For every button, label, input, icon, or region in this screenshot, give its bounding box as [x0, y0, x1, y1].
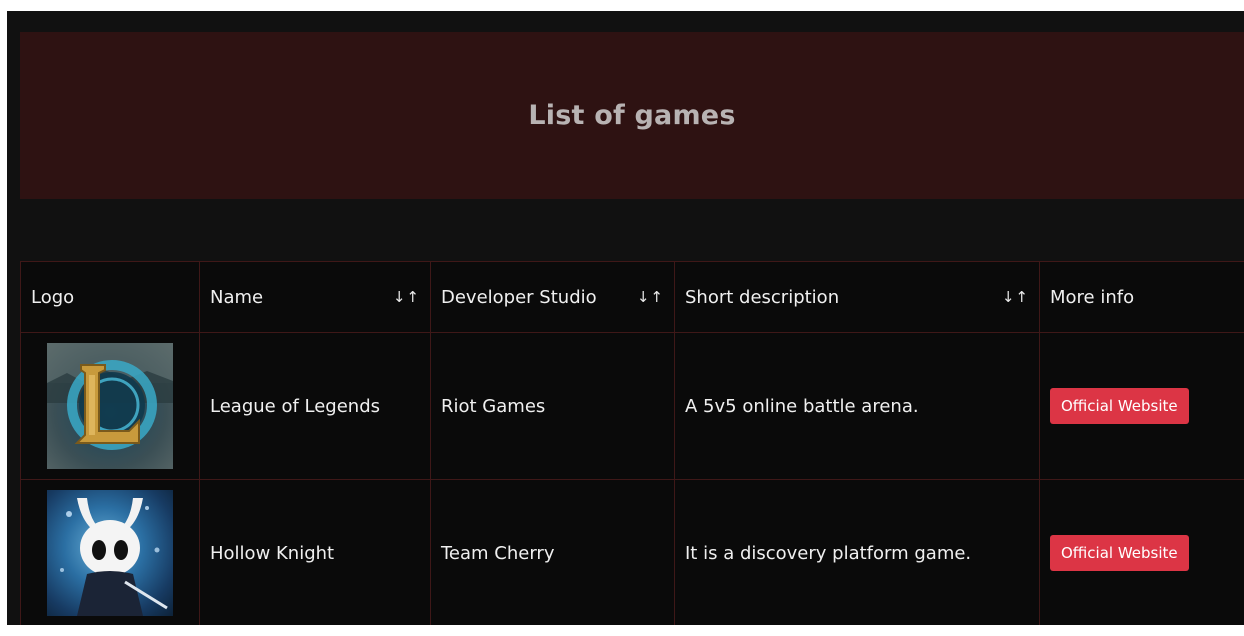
game-name: League of Legends — [199, 332, 431, 480]
table-header-row: Logo Name ↓↑ Developer Studio ↓↑ Short d… — [20, 261, 1244, 333]
game-description: A 5v5 online battle arena. — [674, 332, 1040, 480]
table-row: League of Legends Riot Games A 5v5 onlin… — [20, 332, 1244, 480]
column-label: Short description — [685, 286, 840, 308]
sort-arrows-icon[interactable]: ↓↑ — [1002, 288, 1029, 306]
more-info-cell: Official Website — [1039, 332, 1244, 480]
games-table: Logo Name ↓↑ Developer Studio ↓↑ Short d… — [20, 261, 1244, 625]
page-title: List of games — [528, 100, 736, 131]
logo-cell — [20, 479, 200, 625]
column-header-logo: Logo — [20, 261, 200, 333]
column-header-more-info: More info — [1039, 261, 1244, 333]
official-website-button[interactable]: Official Website — [1050, 388, 1189, 424]
page-header: List of games — [20, 32, 1244, 199]
column-header-description[interactable]: Short description ↓↑ — [674, 261, 1040, 333]
sort-arrows-icon[interactable]: ↓↑ — [393, 288, 420, 306]
logo-cell — [20, 332, 200, 480]
game-developer: Riot Games — [430, 332, 675, 480]
game-developer: Team Cherry — [430, 479, 675, 625]
table-row: Hollow Knight Team Cherry It is a discov… — [20, 479, 1244, 625]
official-website-button[interactable]: Official Website — [1050, 535, 1189, 571]
hollow-knight-logo-icon — [47, 490, 173, 616]
column-header-name[interactable]: Name ↓↑ — [199, 261, 431, 333]
column-label: Developer Studio — [441, 286, 597, 308]
sort-arrows-icon[interactable]: ↓↑ — [637, 288, 664, 306]
league-of-legends-logo-icon — [47, 343, 173, 469]
game-name: Hollow Knight — [199, 479, 431, 625]
column-label: Name — [210, 286, 264, 308]
column-label: More info — [1050, 286, 1135, 308]
more-info-cell: Official Website — [1039, 479, 1244, 625]
page-frame: List of games Logo Name ↓↑ Developer Stu… — [7, 11, 1244, 625]
column-header-developer[interactable]: Developer Studio ↓↑ — [430, 261, 675, 333]
column-label: Logo — [31, 286, 75, 308]
game-description: It is a discovery platform game. — [674, 479, 1040, 625]
